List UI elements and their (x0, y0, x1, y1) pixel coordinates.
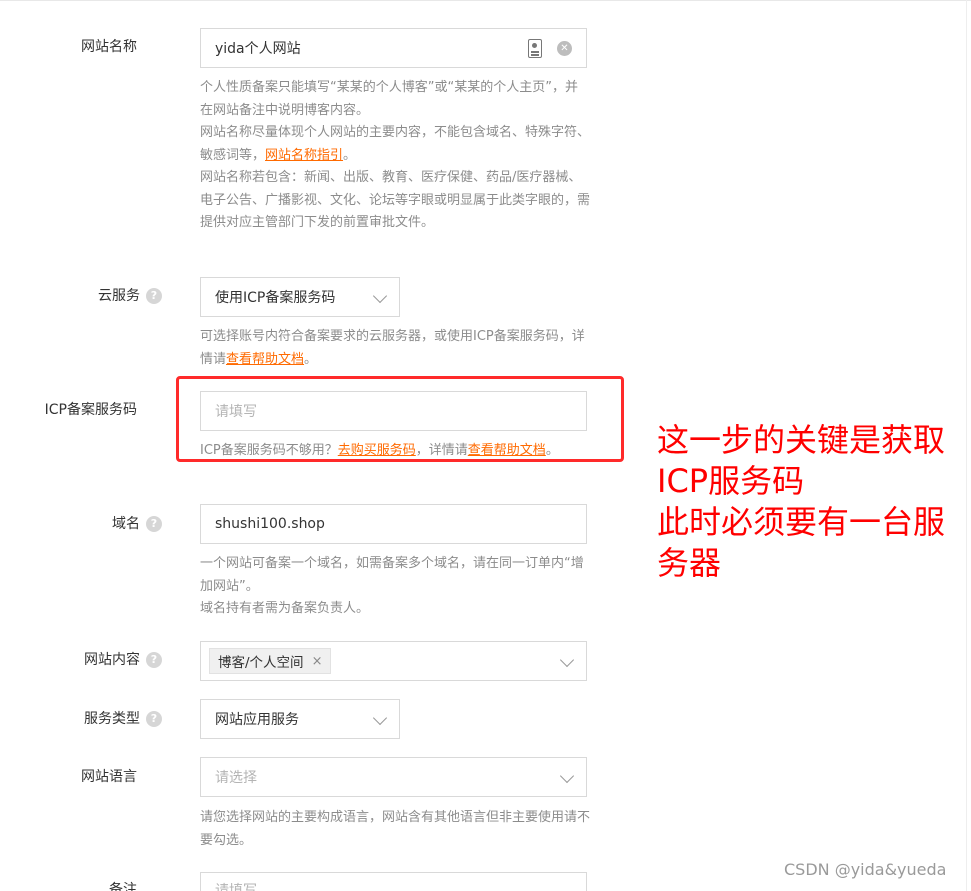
remark-label: 备注 (109, 882, 137, 891)
annotation-line-3: 此时必须要有一台服 (657, 503, 946, 541)
remark-input[interactable]: 请填写 (200, 872, 587, 891)
site-name-input[interactable]: yida个人网站 ✕ (200, 28, 587, 68)
content-tag: 博客/个人空间 × (209, 648, 332, 674)
remark-placeholder: 请填写 (215, 883, 257, 891)
domain-hint-1: 一个网站可备案一个域名，如需备案多个域名，请在同一订单内“增加网站”。 (200, 556, 584, 594)
chevron-down-icon (372, 710, 388, 726)
service-type-label: 服务类型 ? (20, 709, 162, 729)
domain-label: 域名 ? (20, 514, 162, 534)
site-content-label: 网站内容 ? (20, 650, 162, 670)
cloud-service-value: 使用ICP备案服务码 (215, 290, 336, 306)
site-name-hint-3: 网站名称若包含：新闻、出版、教育、医疗保健、药品/医疗器械、电子公告、广播影视、… (200, 170, 591, 230)
help-icon[interactable]: ? (146, 711, 162, 727)
domain-input[interactable]: shushi100.shop (200, 504, 587, 544)
site-language-label: 网站语言 (81, 769, 137, 785)
annotation-text: 这一步的关键是获取 ICP服务码 此时必须要有一台服 务器 (657, 420, 967, 584)
service-type-value: 网站应用服务 (215, 712, 299, 728)
site-language-placeholder: 请选择 (215, 770, 257, 786)
site-language-select[interactable]: 请选择 (200, 757, 587, 797)
annotation-line-2: ICP服务码 (657, 462, 805, 500)
clear-icon[interactable]: ✕ (557, 41, 572, 56)
annotation-line-4: 务器 (657, 544, 722, 582)
icp-code-label: ICP备案服务码 (44, 402, 137, 418)
cloud-service-select[interactable]: 使用ICP备案服务码 (200, 277, 400, 317)
csdn-watermark: CSDN @yida&yueda (784, 860, 947, 879)
domain-hint-2: 域名持有者需为备案负责人。 (200, 601, 370, 616)
site-name-value: yida个人网站 (215, 41, 301, 57)
tag-close-icon[interactable]: × (312, 654, 323, 669)
help-icon[interactable]: ? (146, 288, 162, 304)
chevron-down-icon (559, 768, 575, 784)
chevron-down-icon (372, 288, 388, 304)
cloud-help-doc-link[interactable]: 查看帮助文档 (226, 352, 304, 367)
site-language-hint: 请您选择网站的主要构成语言，网站含有其他语言但非主要使用请不要勾选。 (200, 810, 591, 848)
site-name-hint-1: 个人性质备案只能填写“某某的个人博客”或“某某的个人主页”，并在网站备注中说明博… (200, 80, 578, 118)
top-divider (0, 0, 971, 3)
help-icon[interactable]: ? (146, 516, 162, 532)
site-name-hint: 个人性质备案只能填写“某某的个人博客”或“某某的个人主页”，并在网站备注中说明博… (200, 77, 590, 235)
cloud-service-label: 云服务 ? (20, 286, 162, 306)
cloud-service-hint: 可选择账号内符合备案要求的云服务器，或使用ICP备案服务码，详情请查看帮助文档。 (200, 329, 585, 367)
domain-hint: 一个网站可备案一个域名，如需备案多个域名，请在同一订单内“增加网站”。 域名持有… (200, 553, 590, 621)
annotation-line-1: 这一步的关键是获取 (657, 421, 946, 459)
id-card-icon[interactable] (528, 39, 542, 58)
help-icon[interactable]: ? (146, 652, 162, 668)
annotation-highlight-box (176, 376, 624, 462)
chevron-down-icon (559, 652, 575, 668)
service-type-select[interactable]: 网站应用服务 (200, 699, 400, 739)
site-content-select[interactable]: 博客/个人空间 × (200, 641, 587, 681)
site-name-label: 网站名称 (81, 39, 137, 55)
site-name-hint-2: 网站名称尽量体现个人网站的主要内容，不能包含域名、特殊字符、敏感词等，网站名称指… (200, 125, 591, 163)
site-name-guide-link[interactable]: 网站名称指引 (265, 148, 343, 163)
domain-value: shushi100.shop (215, 516, 325, 532)
